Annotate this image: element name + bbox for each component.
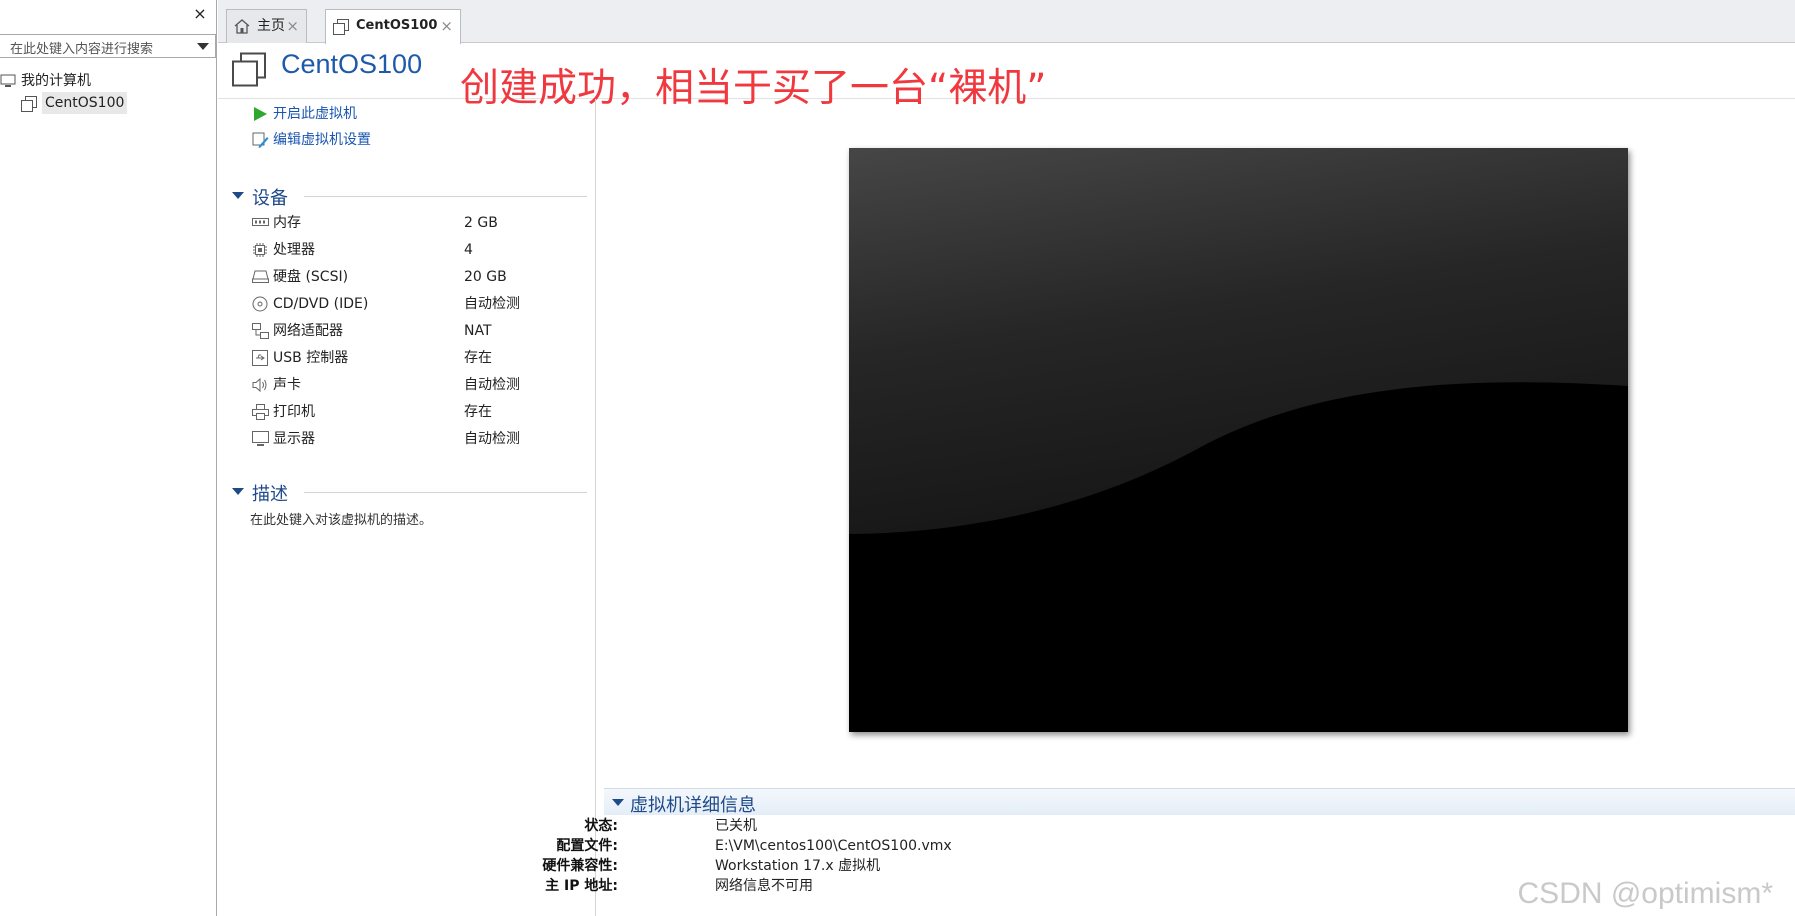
device-row-processor[interactable]: 处理器 4: [252, 238, 582, 262]
device-name: 打印机: [273, 404, 315, 420]
usb-icon: [252, 350, 268, 366]
watermark-text: CSDN @optimism*: [1517, 877, 1773, 910]
device-name: 显示器: [273, 431, 315, 447]
detail-value: E:\VM\centos100\CentOS100.vmx: [715, 838, 952, 854]
vm-icon: [333, 19, 349, 35]
divider: [304, 492, 587, 493]
detail-key-config-file: 配置文件:: [518, 836, 618, 856]
tree-item-centos100[interactable]: CentOS100: [0, 92, 216, 114]
tab-label: CentOS100: [356, 18, 438, 33]
device-value: 自动检测: [464, 377, 520, 393]
printer-icon: [252, 404, 269, 420]
device-name: 网络适配器: [273, 323, 343, 339]
vm-content: CentOS100 创建成功，相当于买了一台“裸机” 开启此虚拟机 编辑虚拟机设…: [218, 43, 1795, 916]
library-header: ×: [0, 0, 216, 31]
memory-icon: [252, 218, 269, 226]
device-value: NAT: [464, 323, 492, 339]
network-adapter-icon: [252, 323, 269, 339]
device-name: 硬盘 (SCSI): [273, 269, 349, 285]
computer-icon: [0, 74, 16, 87]
detail-value: Workstation 17.x 虚拟机: [715, 858, 881, 874]
vm-icon: [21, 96, 37, 112]
device-row-network-adapter[interactable]: 网络适配器 NAT: [252, 319, 582, 343]
library-tree: 我的计算机 CentOS100: [0, 70, 216, 114]
detail-key: 硬件兼容性:: [542, 858, 618, 874]
cd-dvd-icon: [252, 296, 268, 312]
detail-value: 已关机: [715, 818, 757, 834]
devices-section-header[interactable]: 设备: [232, 183, 587, 209]
tree-item-label: 我的计算机: [21, 73, 91, 89]
tab-centos100[interactable]: CentOS100 ×: [325, 9, 461, 44]
section-label: 设备: [252, 188, 288, 209]
library-pane: × 在此处键入内容进行搜索 我的计算机 CentOS100: [0, 0, 217, 916]
tree-item-my-computer[interactable]: 我的计算机: [0, 70, 216, 92]
vm-large-icon: [232, 52, 266, 87]
device-value: 存在: [464, 350, 492, 366]
device-row-usb-controller[interactable]: USB 控制器 存在: [252, 346, 582, 370]
device-name: 内存: [273, 215, 301, 231]
description-section-header[interactable]: 描述: [232, 479, 587, 505]
collapse-icon: [232, 488, 244, 495]
action-label: 开启此虚拟机: [273, 106, 357, 122]
detail-key-hardware-compat: 硬件兼容性:: [498, 856, 618, 876]
edit-settings-icon: [252, 132, 269, 148]
tab-label: 主页: [257, 18, 285, 34]
device-value: 自动检测: [464, 431, 520, 447]
library-search-input[interactable]: 在此处键入内容进行搜索: [0, 34, 216, 58]
device-row-cd-dvd[interactable]: CD/DVD (IDE) 自动检测: [252, 292, 582, 316]
collapse-icon: [612, 799, 624, 806]
detail-key: 主 IP 地址:: [545, 878, 618, 894]
section-label: 虚拟机详细信息: [630, 795, 756, 816]
collapse-icon: [232, 192, 244, 199]
search-dropdown-icon[interactable]: [197, 43, 209, 50]
device-row-hard-disk[interactable]: 硬盘 (SCSI) 20 GB: [252, 265, 582, 289]
device-value: 自动检测: [464, 296, 520, 312]
hard-disk-icon: [252, 270, 269, 283]
home-icon: [234, 19, 250, 34]
device-row-display[interactable]: 显示器 自动检测: [252, 427, 582, 451]
vm-preview-screen[interactable]: [849, 148, 1628, 732]
detail-value: 网络信息不可用: [715, 878, 813, 894]
device-row-sound-card[interactable]: 声卡 自动检测: [252, 373, 582, 397]
display-icon: [252, 431, 269, 446]
device-value: 20 GB: [464, 269, 507, 285]
detail-key-status: 状态:: [558, 816, 618, 836]
device-name: 处理器: [273, 242, 315, 258]
device-name: CD/DVD (IDE): [273, 296, 369, 312]
device-row-printer[interactable]: 打印机 存在: [252, 400, 582, 424]
tree-item-label: CentOS100: [42, 92, 128, 114]
device-value: 2 GB: [464, 215, 498, 231]
action-label: 编辑虚拟机设置: [273, 132, 371, 148]
device-name: 声卡: [273, 377, 301, 393]
play-icon: [254, 107, 267, 121]
library-close-button[interactable]: ×: [192, 3, 208, 25]
device-value: 4: [464, 242, 473, 258]
device-name: USB 控制器: [273, 350, 349, 366]
tab-bar: 主页 × CentOS100 ×: [218, 0, 1795, 44]
vm-title: CentOS100: [281, 49, 423, 79]
detail-key: 状态:: [584, 818, 618, 834]
divider: [304, 196, 587, 197]
search-placeholder: 在此处键入内容进行搜索: [10, 42, 154, 57]
tab-home[interactable]: 主页 ×: [226, 9, 307, 43]
detail-key-ip-address: 主 IP 地址:: [498, 876, 618, 896]
detail-key: 配置文件:: [556, 838, 618, 854]
device-value: 存在: [464, 404, 492, 420]
section-label: 描述: [252, 484, 288, 505]
vm-summary-column: 开启此虚拟机 编辑虚拟机设置 设备 内存 2 GB 处理器 4 硬盘 (SCSI…: [218, 99, 596, 916]
tab-close-button[interactable]: ×: [286, 10, 299, 42]
processor-icon: [253, 243, 267, 257]
vm-details-section-header[interactable]: 虚拟机详细信息: [604, 788, 1795, 816]
device-row-memory[interactable]: 内存 2 GB: [252, 211, 582, 235]
sound-icon: [252, 377, 267, 393]
tab-close-button[interactable]: ×: [440, 10, 453, 42]
description-field[interactable]: 在此处键入对该虚拟机的描述。: [250, 509, 432, 528]
